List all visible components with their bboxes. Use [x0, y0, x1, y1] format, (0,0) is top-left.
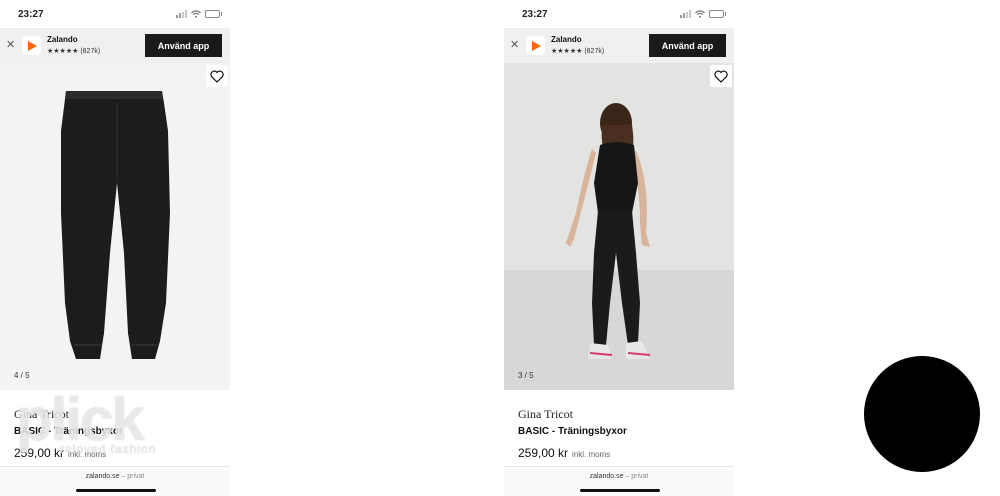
app-install-banner: ✕ Zalando ★★★★★ (827k) Använd app — [504, 28, 734, 63]
product-title: BASIC - Träningsbyxor — [518, 426, 627, 437]
private-mode-label: – privat — [121, 473, 145, 480]
brand-name[interactable]: Gina Tricot — [518, 407, 573, 422]
tax-note: inkl. moms — [68, 450, 107, 459]
price-line: 259,00 kr inkl. moms — [518, 446, 610, 460]
status-icons — [680, 10, 726, 18]
trousers-illustration — [61, 91, 170, 359]
zalando-logo-icon — [22, 36, 41, 55]
phone-screen-right: 23:27 ✕ Zalando ★★★★★ (827k) Använd app — [504, 0, 734, 496]
battery-icon — [205, 10, 222, 18]
favorite-heart-icon[interactable] — [206, 65, 228, 87]
image-counter: 4 / 5 — [14, 371, 30, 380]
favorite-heart-icon[interactable] — [710, 65, 732, 87]
status-icons — [176, 10, 222, 18]
app-name: Zalando — [47, 35, 78, 44]
phone-screen-left: 23:27 ✕ Zalando ★★★★★ (827k) Använd app … — [0, 0, 230, 496]
battery-icon — [709, 10, 726, 18]
signal-icon — [176, 10, 187, 18]
status-time: 23:27 — [522, 9, 548, 20]
url-text: zalando.se – privat — [0, 473, 230, 480]
status-bar: 23:27 — [504, 0, 734, 28]
brand-name[interactable]: Gina Tricot — [14, 407, 69, 422]
use-app-button[interactable]: Använd app — [145, 34, 222, 57]
price-line: 259,00 kr inkl. moms — [14, 446, 106, 460]
wifi-icon — [695, 10, 705, 18]
browser-url-bar[interactable]: zalando.se – privat — [0, 466, 230, 496]
product-image[interactable]: 3 / 5 — [504, 63, 734, 390]
app-rating: ★★★★★ (827k) — [551, 48, 605, 55]
private-mode-label: – privat — [625, 473, 649, 480]
home-indicator[interactable] — [580, 489, 660, 492]
home-indicator[interactable] — [76, 489, 156, 492]
image-counter: 3 / 5 — [518, 371, 534, 380]
price: 259,00 kr — [14, 446, 65, 460]
signal-icon — [680, 10, 691, 18]
url-domain: zalando.se — [85, 473, 120, 480]
camera-overlay-circle — [864, 356, 980, 472]
tax-note: inkl. moms — [572, 450, 611, 459]
app-name: Zalando — [551, 35, 582, 44]
url-text: zalando.se – privat — [504, 473, 734, 480]
use-app-button[interactable]: Använd app — [649, 34, 726, 57]
wifi-icon — [191, 10, 201, 18]
status-time: 23:27 — [18, 9, 44, 20]
product-title: BASIC - Träningsbyxor — [14, 426, 123, 437]
url-domain: zalando.se — [589, 473, 624, 480]
close-icon[interactable]: ✕ — [510, 38, 519, 51]
close-icon[interactable]: ✕ — [6, 38, 15, 51]
product-image[interactable]: 4 / 5 — [0, 63, 230, 390]
app-rating: ★★★★★ (827k) — [47, 48, 101, 55]
price: 259,00 kr — [518, 446, 569, 460]
zalando-logo-icon — [526, 36, 545, 55]
status-bar: 23:27 — [0, 0, 230, 28]
model-illustration — [566, 103, 651, 359]
browser-url-bar[interactable]: zalando.se – privat — [504, 466, 734, 496]
app-install-banner: ✕ Zalando ★★★★★ (827k) Använd app — [0, 28, 230, 63]
